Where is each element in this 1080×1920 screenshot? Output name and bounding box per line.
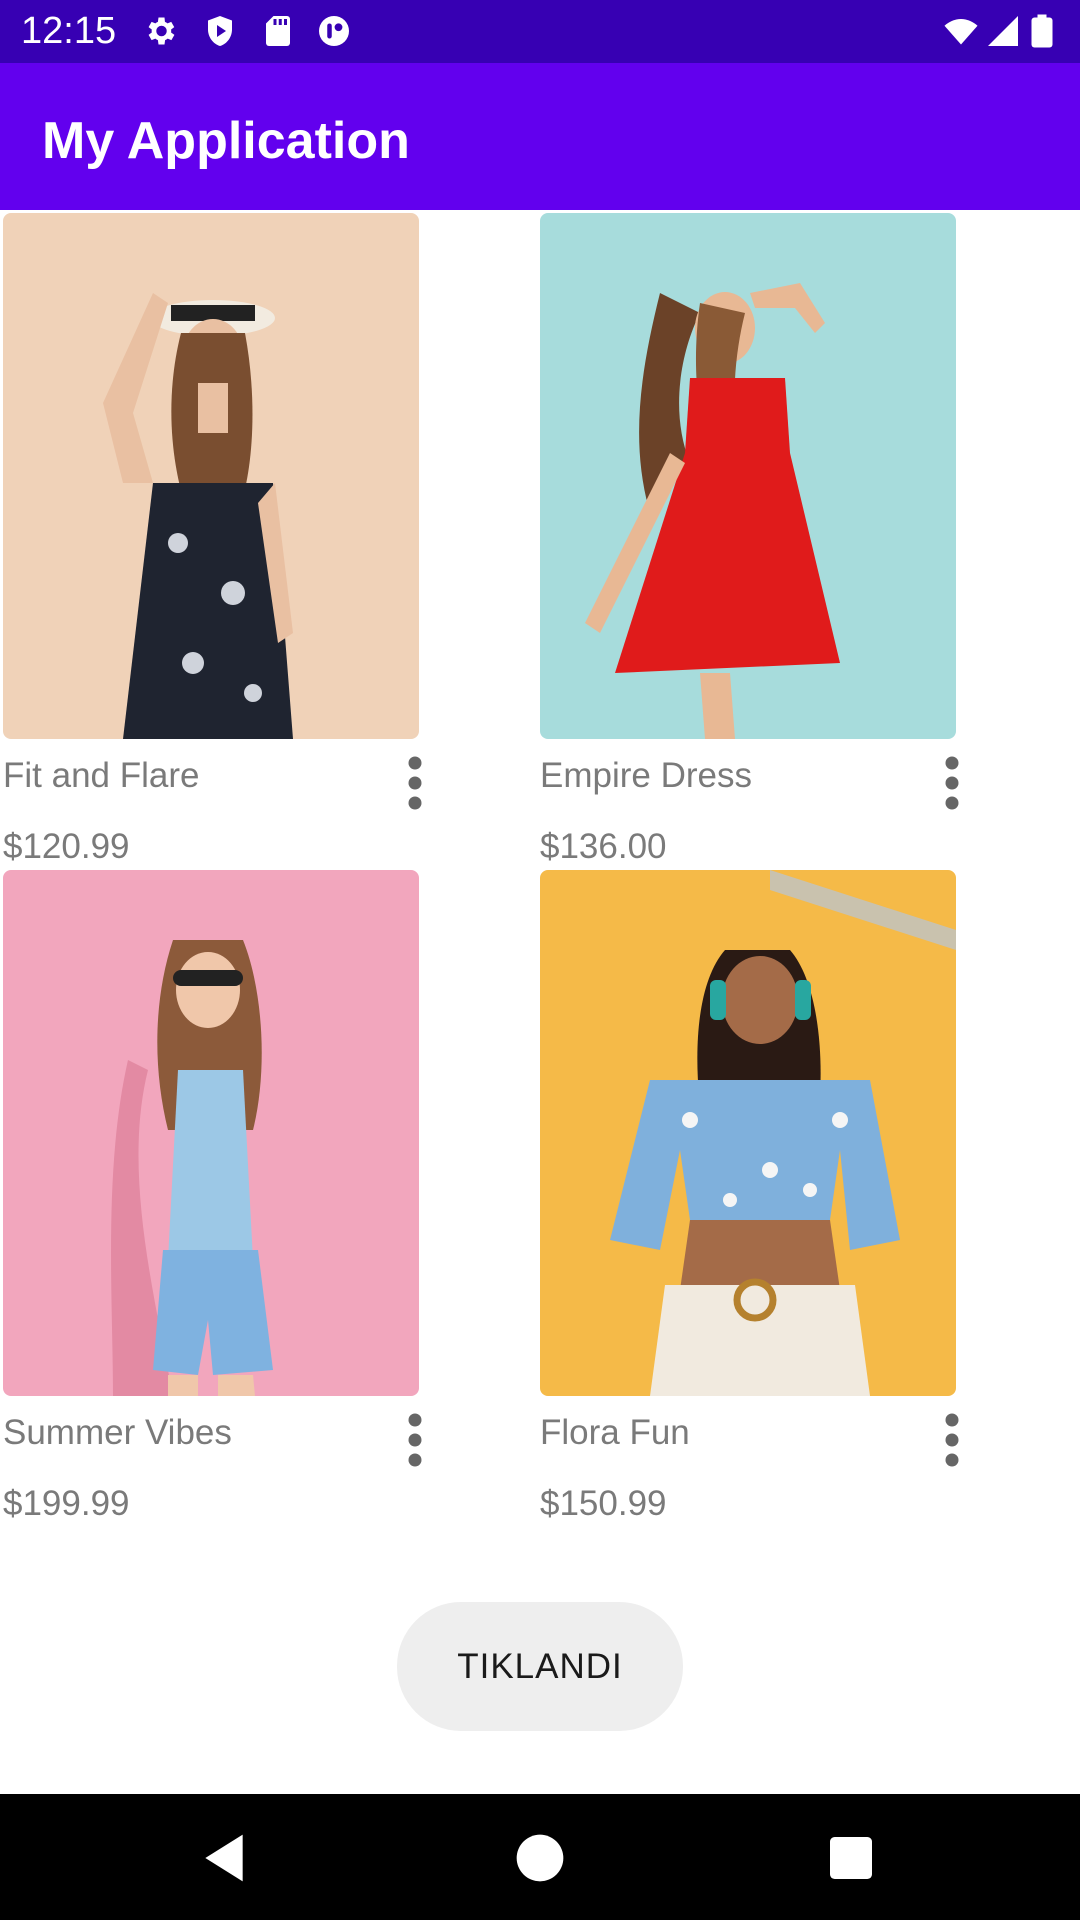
product-name: Fit and Flare <box>3 756 200 795</box>
cellular-signal-icon <box>985 13 1021 49</box>
home-icon[interactable] <box>512 1830 568 1886</box>
status-bar: 12:15 <box>0 0 1080 63</box>
product-price: $120.99 <box>3 827 130 866</box>
app-bar: My Application <box>0 63 1080 210</box>
more-options-icon[interactable] <box>934 1410 970 1470</box>
back-icon[interactable] <box>196 1830 252 1886</box>
product-name: Flora Fun <box>540 1413 690 1452</box>
more-options-icon[interactable] <box>934 753 970 813</box>
product-name: Summer Vibes <box>3 1413 232 1452</box>
status-time: 12:15 <box>21 10 117 52</box>
app-title: My Application <box>42 112 410 170</box>
product-image[interactable] <box>3 870 419 1396</box>
recents-icon[interactable] <box>823 1830 879 1886</box>
tiklandi-button[interactable]: TIKLANDI <box>397 1602 683 1731</box>
more-options-icon[interactable] <box>397 753 433 813</box>
product-price: $150.99 <box>540 1484 667 1523</box>
product-image[interactable] <box>540 213 956 739</box>
app-badge-icon <box>316 13 352 49</box>
product-image[interactable] <box>3 213 419 739</box>
battery-icon <box>1030 13 1054 49</box>
product-name: Empire Dress <box>540 756 752 795</box>
product-price: $136.00 <box>540 827 667 866</box>
more-options-icon[interactable] <box>397 1410 433 1470</box>
wifi-icon <box>943 13 979 49</box>
sd-card-icon <box>260 13 296 49</box>
navigation-bar <box>0 1794 1080 1920</box>
product-image[interactable] <box>540 870 956 1396</box>
shield-play-icon <box>202 13 238 49</box>
gear-icon <box>142 13 178 49</box>
product-price: $199.99 <box>3 1484 130 1523</box>
